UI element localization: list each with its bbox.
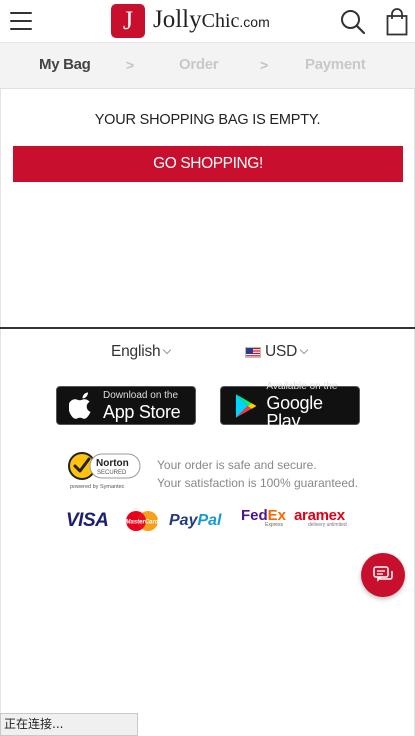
step-payment: Payment [305, 56, 366, 73]
search-icon[interactable] [340, 9, 366, 35]
language-value: English [111, 343, 161, 360]
chat-bubble-icon [373, 566, 393, 582]
step-order: Order [179, 56, 219, 73]
norton-powered: powered by Symantec [70, 484, 125, 490]
norton-name: Norton [96, 458, 129, 469]
page-frame [0, 0, 415, 736]
app-store-badge[interactable]: Download on the App Store [56, 386, 196, 425]
paypal-text-pal: Pal [197, 512, 222, 529]
secure-line-2: Your satisfaction is 100% guaranteed. [157, 476, 359, 490]
apple-icon [69, 391, 91, 419]
google-play-text: Available on the Google Play [266, 380, 359, 431]
us-flag-icon [245, 346, 261, 358]
fedex-text-fed: Fed [241, 507, 268, 524]
fedex-sub: Express [265, 522, 284, 528]
step-separator: > [260, 57, 269, 73]
app-store-big: App Store [103, 401, 181, 422]
logo-badge: J [111, 4, 145, 38]
logo-wordmark: JollyChic.com [153, 3, 270, 39]
aramex-sub: delivery unlimited [308, 522, 347, 528]
footer-divider [0, 327, 415, 329]
step-separator: > [126, 57, 135, 73]
chevron-down-icon [299, 345, 309, 355]
shopping-bag-icon[interactable] [386, 8, 408, 36]
paypal-logo: Pay Pal [169, 508, 221, 534]
aramex-text: aramex [294, 507, 345, 524]
secure-line-1: Your order is safe and secure. [157, 458, 317, 472]
mastercard-text: MasterCard [125, 520, 158, 526]
app-store-text: Download on the App Store [103, 389, 181, 422]
hamburger-menu-icon[interactable] [10, 12, 32, 30]
visa-logo: VISA [66, 510, 109, 531]
top-header: J JollyChic.com [0, 0, 415, 43]
chat-button[interactable] [361, 553, 405, 597]
google-play-small: Available on the [266, 380, 338, 392]
app-store-small: Download on the [103, 389, 179, 401]
logo-name-chic: Chic [201, 10, 240, 32]
norton-secured-seal: Norton SECURED powered by Symantec [66, 449, 142, 491]
google-play-badge[interactable]: Available on the Google Play [220, 381, 360, 430]
logo-suffix: .com [239, 14, 270, 30]
language-selector[interactable]: English [111, 342, 172, 362]
google-play-icon [235, 393, 257, 418]
google-play-big: Google Play [266, 392, 323, 431]
checkout-steps: My Bag > Order > Payment [0, 43, 415, 89]
step-my-bag: My Bag [39, 56, 91, 73]
jollychic-logo[interactable]: J JollyChic.com [111, 4, 270, 38]
norton-secured: SECURED [97, 470, 127, 476]
aramex-logo: aramex delivery unlimited [294, 508, 347, 534]
empty-bag-message: YOUR SHOPPING BAG IS EMPTY. [94, 112, 321, 128]
currency-value: USD [265, 343, 298, 360]
logo-name-jolly: Jolly [153, 6, 202, 33]
go-shopping-button[interactable]: GO SHOPPING! [13, 146, 403, 182]
currency-selector[interactable]: USD [245, 342, 309, 362]
security-guarantee-text: Your order is safe and secure. Your sati… [157, 456, 358, 492]
mastercard-logo: MasterCard [125, 508, 159, 534]
paypal-text-pay: Pay [169, 512, 198, 529]
browser-status-bar: 正在连接... [0, 713, 138, 736]
fedex-logo: FedEx Express [241, 508, 286, 534]
chevron-down-icon [163, 345, 172, 355]
